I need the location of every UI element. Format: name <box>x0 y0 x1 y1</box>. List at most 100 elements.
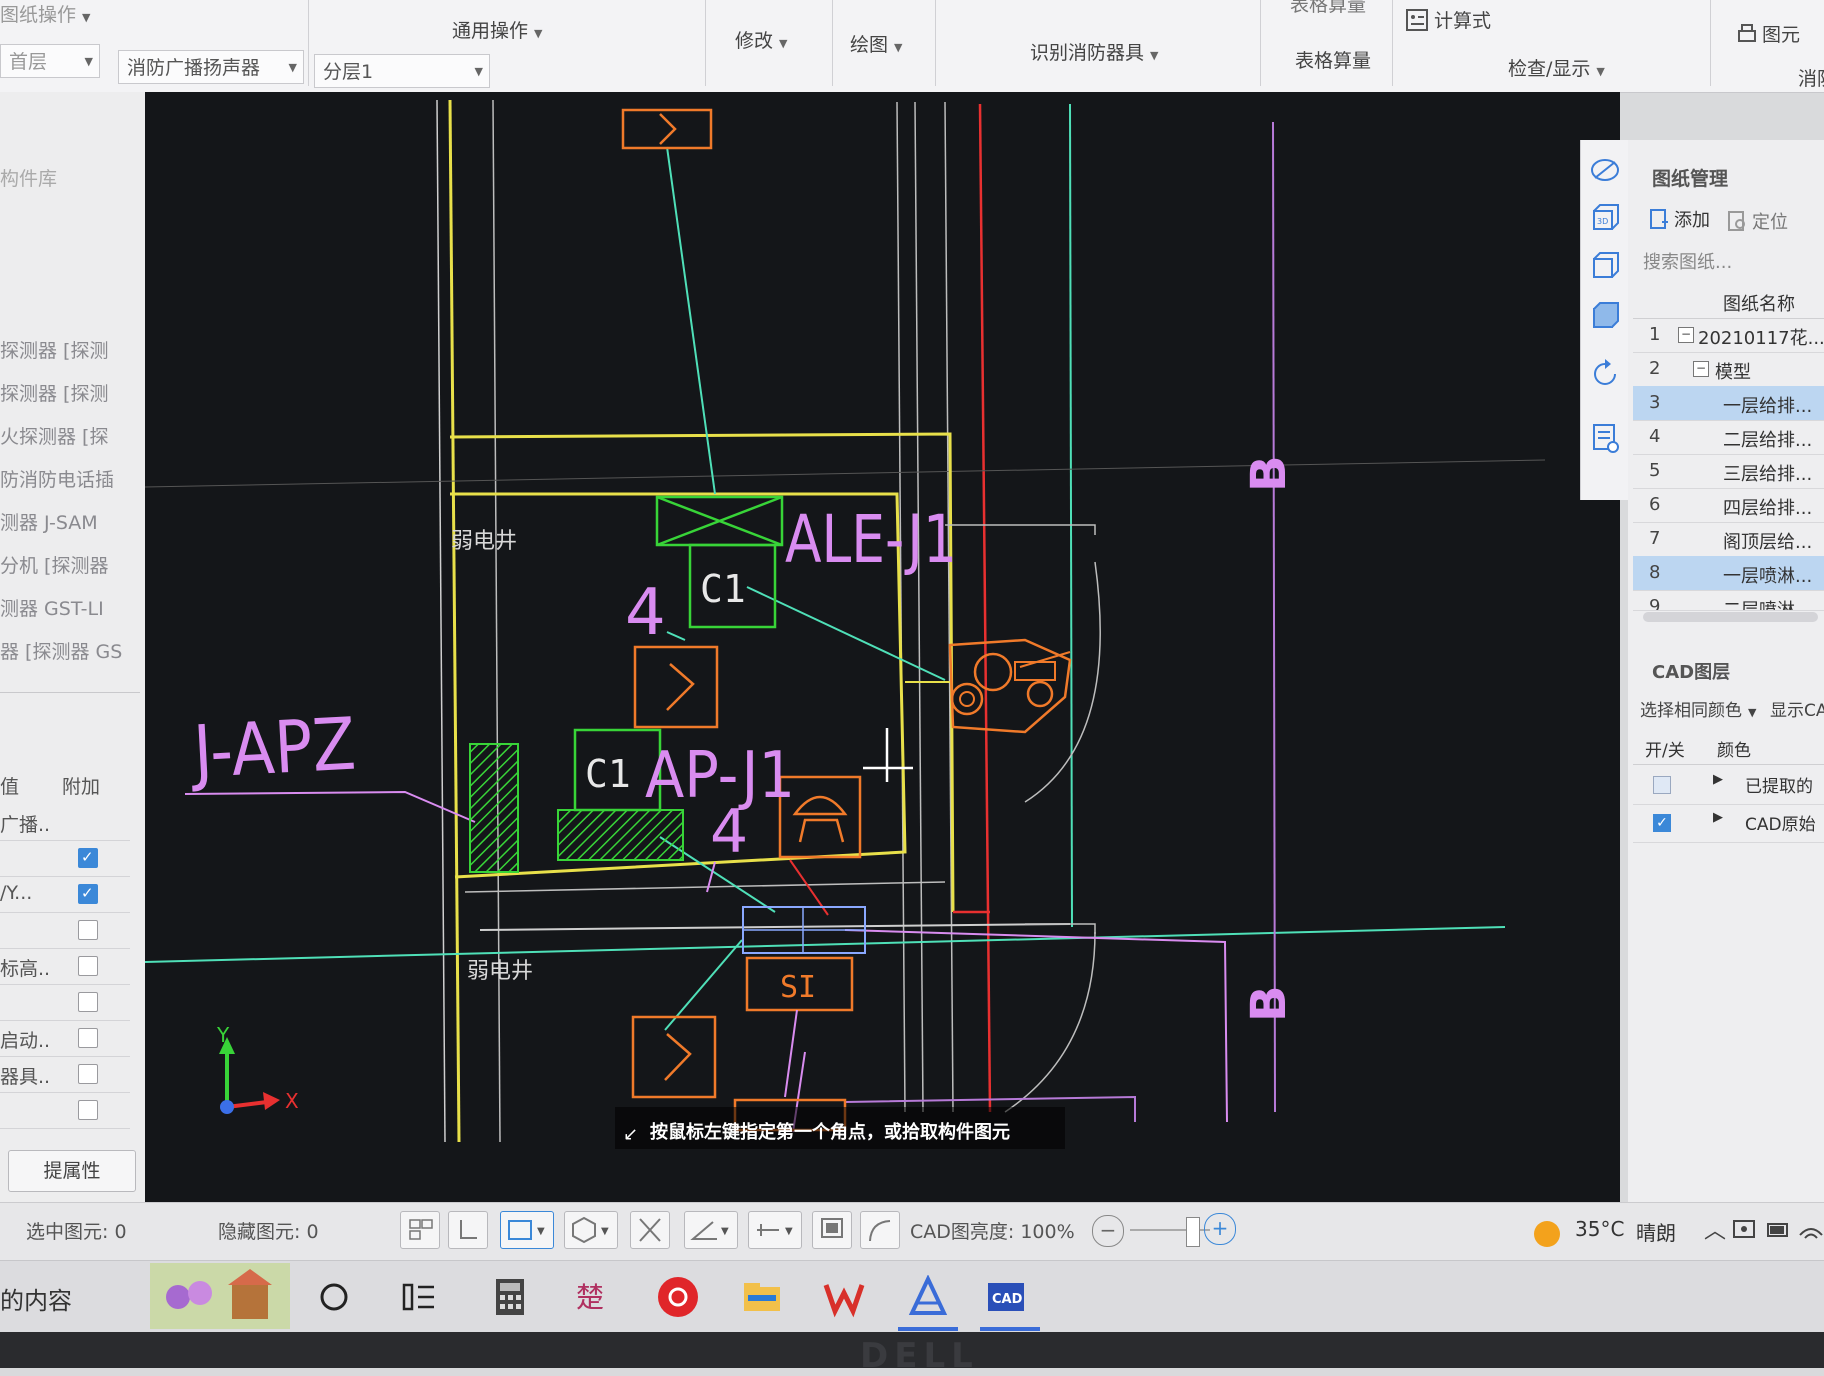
properties-list-icon[interactable] <box>1589 422 1621 454</box>
attach-checkbox[interactable] <box>78 1028 98 1048</box>
wifi-icon[interactable] <box>1798 1217 1824 1243</box>
search-box[interactable]: 的内容 <box>0 1281 72 1316</box>
list-item[interactable]: 防消防电话插 <box>0 465 130 492</box>
layer-visible-checkbox[interactable]: ✓ <box>1653 814 1671 832</box>
list-item[interactable]: 探测器 [探测 <box>0 336 130 363</box>
arc-button[interactable] <box>860 1211 900 1249</box>
general-ops-menu[interactable]: 通用操作 ▼ <box>452 16 542 43</box>
list-item[interactable]: 探测器 [探测 <box>0 379 130 406</box>
table-calc-button[interactable]: 表格算量 <box>1295 46 1371 73</box>
zoom-in-icon[interactable]: + <box>1204 1213 1236 1245</box>
collapse-icon[interactable]: − <box>1693 361 1709 377</box>
locate-label: 定位 <box>1752 212 1788 233</box>
ortho-button[interactable] <box>448 1211 488 1249</box>
table-row[interactable]: 6 四层给排... <box>1633 488 1824 523</box>
cube-icon[interactable] <box>1589 250 1621 282</box>
glodon-app-icon[interactable] <box>906 1275 950 1319</box>
layer-select[interactable]: 分层1 ▼ <box>314 54 490 88</box>
select-mode-button[interactable]: ▼ <box>500 1211 554 1249</box>
label-weak-well: 弱电井 <box>467 959 533 984</box>
angle-button[interactable]: ▼ <box>684 1211 738 1249</box>
draw-menu[interactable]: 绘图 ▼ <box>850 30 902 57</box>
table-row[interactable]: 5 三层给排... <box>1633 454 1824 489</box>
table-row[interactable]: 4 二层给排... <box>1633 420 1824 455</box>
zoom-out-icon[interactable]: − <box>1092 1215 1124 1247</box>
offset-button[interactable]: ▼ <box>748 1211 802 1249</box>
table-row[interactable]: 2 − 模型 <box>1633 352 1824 387</box>
battery-icon[interactable] <box>1766 1217 1792 1243</box>
task-view-icon[interactable] <box>398 1275 442 1319</box>
attach-checkbox[interactable] <box>78 1064 98 1084</box>
cad-canvas[interactable]: C1 C1 SI ALE-J1 J-APZ AP-J1 4 4 弱电井 弱电井 … <box>145 92 1620 1202</box>
status-bar: 选中图元: 0 隐藏图元: 0 ▼ ▼ ▼ ▼ CAD图亮度: 100% − +… <box>0 1202 1824 1261</box>
modify-menu[interactable]: 修改 ▼ <box>735 26 787 53</box>
layer-toggle-button[interactable] <box>812 1211 852 1249</box>
ribbon-group-drawing-ops[interactable]: 图纸操作 ▼ <box>0 0 90 27</box>
layer-visible-checkbox[interactable] <box>1653 776 1671 794</box>
orbit-icon[interactable] <box>1589 154 1621 186</box>
locate-button[interactable]: 定位 <box>1726 208 1788 234</box>
extract-properties-button[interactable]: 提属性 <box>8 1150 136 1192</box>
identify-fire-menu[interactable]: 识别消防器具 ▼ <box>1030 38 1158 65</box>
table-row[interactable]: ✓ ▶ CAD原始 <box>1633 804 1824 843</box>
wps-office-icon[interactable] <box>822 1275 866 1319</box>
table-row: 广播... <box>0 804 130 841</box>
check-display-menu[interactable]: 检查/显示 ▼ <box>1508 54 1605 81</box>
component-select-value: 消防广播扬声器 <box>127 57 261 79</box>
attach-checkbox[interactable] <box>78 992 98 1012</box>
row-number: 3 <box>1649 392 1661 413</box>
list-item[interactable]: 分机 [探测器 <box>0 551 130 578</box>
list-item[interactable]: 测器 J-SAM <box>0 508 130 535</box>
grid-snap-button[interactable] <box>400 1211 440 1249</box>
cad-app-icon[interactable]: CAD <box>984 1275 1028 1319</box>
solid-cube-icon[interactable] <box>1589 300 1621 332</box>
add-drawing-button[interactable]: 添加 <box>1648 206 1710 232</box>
list-item[interactable]: 器 [探测器 GS <box>0 637 130 664</box>
table-row[interactable]: 8 一层喷淋... <box>1633 556 1824 591</box>
attach-checkbox[interactable] <box>78 956 98 976</box>
table-row[interactable]: 9 二层喷淋 <box>1633 590 1824 611</box>
cross-snap-button[interactable] <box>630 1211 670 1249</box>
attach-checkbox[interactable] <box>78 920 98 940</box>
table-row[interactable]: ▶ 已提取的 <box>1633 766 1824 805</box>
table-calc-top-button[interactable]: 表格算量 <box>1290 0 1366 17</box>
tray-chevron-up-icon[interactable]: ︿ <box>1704 1213 1726 1245</box>
table-row[interactable]: 7 阁顶层给... <box>1633 522 1824 557</box>
list-item[interactable]: 火探测器 [探 <box>0 422 130 449</box>
cad-drawing[interactable]: C1 C1 SI ALE-J1 J-APZ AP-J1 4 4 弱电井 弱电井 … <box>145 92 1620 1202</box>
expand-arrow-icon[interactable]: ▶ <box>1713 772 1723 787</box>
view-mode-button[interactable]: ▼ <box>564 1211 618 1249</box>
brightness-slider-thumb[interactable] <box>1186 1217 1200 1247</box>
table-row[interactable]: 3 一层给排... <box>1633 386 1824 421</box>
file-explorer-icon[interactable] <box>740 1275 784 1319</box>
component-select[interactable]: 消防广播扬声器 ▼ <box>118 50 304 84</box>
select-same-color-button[interactable]: 选择相同颜色 ▼ <box>1640 696 1756 721</box>
search-circle-icon[interactable] <box>312 1275 356 1319</box>
netease-music-icon[interactable] <box>656 1275 700 1319</box>
col-toggle: 开/关 <box>1645 741 1685 761</box>
hidden-count: 隐藏图元: 0 <box>218 1221 319 1243</box>
view-3d-icon[interactable]: 3D <box>1589 202 1621 234</box>
drawing-search-input[interactable]: 搜索图纸... <box>1643 246 1813 280</box>
show-cad-button[interactable]: 显示CAD <box>1770 696 1824 721</box>
chevron-down-icon: ▼ <box>1150 49 1159 62</box>
collapse-icon[interactable]: − <box>1678 327 1694 343</box>
tray-display-icon[interactable] <box>1732 1217 1758 1243</box>
fire-partial-button[interactable]: 消防 <box>1798 64 1824 91</box>
expand-arrow-icon[interactable]: ▶ <box>1713 810 1723 825</box>
app-icon-calligraphy[interactable]: 楚 <box>570 1275 614 1319</box>
attach-checkbox[interactable] <box>78 848 98 868</box>
horizontal-scrollbar[interactable] <box>1643 612 1818 622</box>
attach-checkbox[interactable] <box>78 884 98 904</box>
list-item[interactable]: 测器 GST-LI <box>0 594 130 621</box>
rotate-icon[interactable] <box>1589 358 1621 390</box>
component-button[interactable]: 图元 <box>1736 20 1800 47</box>
table-row[interactable]: 1 −20210117花... <box>1633 318 1824 353</box>
floor-select[interactable]: 首层 ▼ <box>0 44 100 78</box>
active-app-indicator <box>980 1327 1040 1331</box>
pick-cursor-icon: ↙ <box>623 1124 638 1145</box>
formula-button[interactable]: 计算式 <box>1406 6 1491 33</box>
calculator-icon[interactable] <box>488 1275 532 1319</box>
attach-checkbox[interactable] <box>78 1100 98 1120</box>
drawing-name: 二层喷淋 <box>1723 600 1795 611</box>
